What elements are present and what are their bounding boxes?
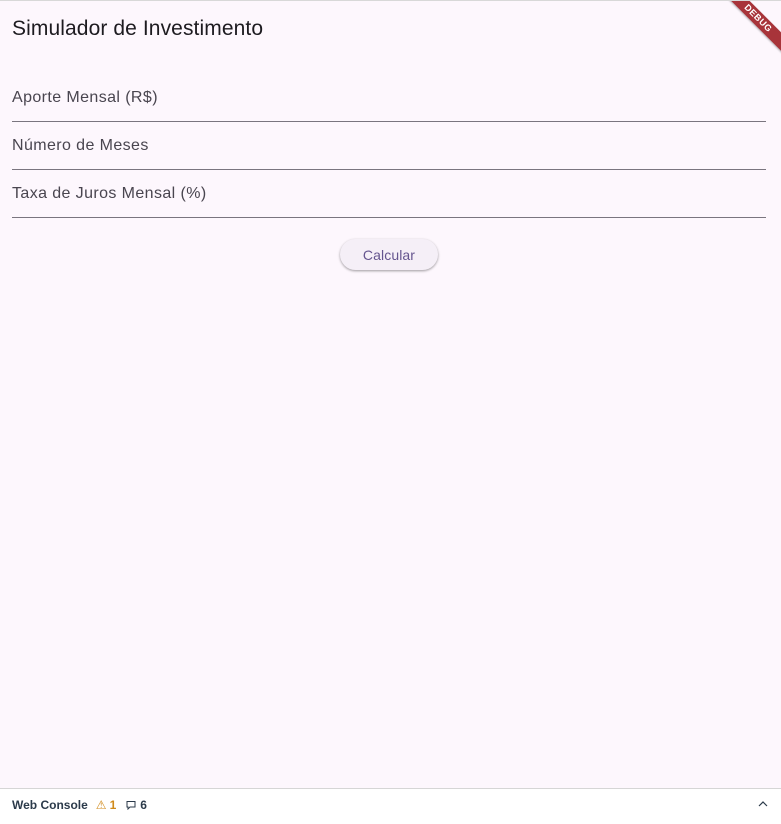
web-console-bar[interactable]: Web Console ⚠ 1 6 <box>0 788 781 820</box>
debug-banner: DEBUG <box>718 1 781 59</box>
aporte-mensal-input[interactable] <box>12 74 770 123</box>
numero-meses-input[interactable] <box>12 122 770 171</box>
taxa-juros-field[interactable]: Taxa de Juros Mensal (%) <box>12 170 770 219</box>
page-title: Simulador de Investimento <box>12 17 264 40</box>
numero-meses-field[interactable]: Número de Meses <box>12 122 770 171</box>
app-window: Simulador de Investimento Aporte Mensal … <box>0 0 781 788</box>
console-title: Web Console <box>12 797 88 812</box>
warning-count: 1 <box>109 797 117 812</box>
calcular-button[interactable]: Calcular <box>340 239 438 270</box>
warning-triangle-icon: ⚠ <box>95 797 107 812</box>
speech-bubble-icon <box>126 800 136 810</box>
taxa-juros-input[interactable] <box>12 170 770 219</box>
message-count: 6 <box>140 797 147 812</box>
bottom-strip <box>0 820 781 824</box>
aporte-mensal-field[interactable]: Aporte Mensal (R$) <box>12 74 770 123</box>
chevron-up-icon[interactable] <box>757 798 769 810</box>
